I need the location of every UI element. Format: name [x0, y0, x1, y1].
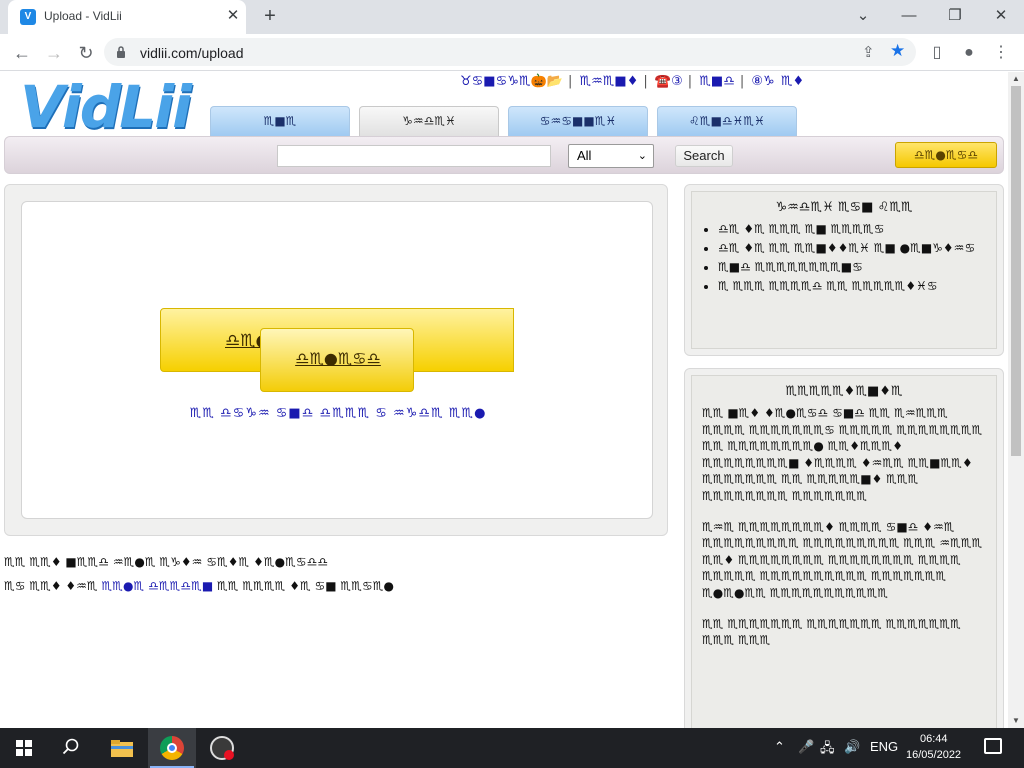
vidlii-logo[interactable]: VidLii: [20, 76, 192, 138]
sidebar-paragraph: ♏♏ ♏♏♏♏♏♏♏ ♏♏♏♏♏♏♏ ♏♏♏♏♏♏♏ ♏♏♏ ♏♏♏: [702, 616, 961, 648]
tray-chevron-icon[interactable]: ⌃: [774, 739, 785, 755]
file-explorer-icon[interactable]: [110, 738, 134, 758]
upload-note-prefix: ♏♋ ♏♏♦ ♦♒♏: [4, 579, 102, 593]
share-icon[interactable]: ⇪: [862, 43, 875, 61]
list-item: ♎♏ ♦♏ ♏♏♏ ♏■ ♏♏♏♏♋: [718, 221, 984, 237]
sidebar-box-tips: ♑♒♎♏♓ ♏♋■ ♌♏♏ ♎♏ ♦♏ ♏♏♏ ♏■ ♏♏♏♏♋ ♎♏ ♦♏ ♏…: [684, 184, 1004, 356]
upload-panel: ♎♏●♏♎ ♏♏●♏ ♦♏ ♎♏●♏♋♎ ♏♏ ♎♋♑♒ ♋■♎ ♎♏♏♏ ♋ …: [4, 184, 668, 536]
minimize-button[interactable]: —: [894, 4, 924, 28]
tab-community[interactable]: ♌♏■♎♓♏♓: [657, 106, 797, 136]
choose-file-label: ♎♏●♏♋♎: [295, 349, 381, 368]
tab-search-chevron-icon[interactable]: ⌄: [848, 4, 878, 28]
top-links: ♉♋■♋♑♏🎃📂 | ♏♒♏■♦ | ☎️③ | ♏■♎ | ⑧♑ ♏♦: [460, 74, 805, 89]
search-category-value: All: [577, 148, 592, 163]
windows-taskbar: ⌃ 🎤 🖧 🔊 ENG 06:44 16/05/2022: [0, 728, 1024, 768]
upload-note-link[interactable]: ♏♏●♏ ♎♏♏♎♏■: [102, 579, 214, 593]
menu-kebab-icon[interactable]: ⋮: [990, 42, 1012, 64]
recording-dot-icon: [224, 750, 234, 760]
bookmark-star-icon[interactable]: ★: [890, 41, 905, 61]
sidebar-tips-title: ♑♒♎♏♓ ♏♋■ ♌♏♏: [775, 200, 913, 215]
sidebar-box-important: ♏♏♏♏♏♦♏■♦♏ ♏♏ ■♏♦ ♦♏●♏♋♎ ♋■♎ ♏♏ ♏♒♏♏♏ ♏♏…: [684, 368, 1004, 728]
chevron-down-icon: ⌄: [637, 150, 647, 162]
scroll-thumb[interactable]: [1011, 86, 1021, 456]
tab-title: Upload - VidLii: [44, 9, 122, 23]
tab-videos[interactable]: ♑♒♎♏♓: [359, 106, 499, 136]
volume-icon[interactable]: 🔊: [844, 739, 860, 755]
new-tab-button[interactable]: +: [258, 5, 282, 29]
page-viewport: VidLii ♉♋■♋♑♏🎃📂 | ♏♒♏■♦ | ☎️③ | ♏■♎ | ⑧♑ ♏♦ …: [0, 72, 1008, 728]
language-indicator[interactable]: ENG: [870, 739, 898, 754]
upload-area: ♎♏●♏♎ ♏♏●♏ ♦♏ ♎♏●♏♋♎ ♏♏ ♎♋♑♒ ♋■♎ ♎♏♏♏ ♋ …: [21, 201, 653, 519]
restore-button[interactable]: ❐: [940, 4, 970, 28]
top-link-logout[interactable]: ♏♦: [781, 74, 804, 89]
url-text: vidlii.com/upload: [140, 45, 244, 61]
vidlii-favicon-icon: V: [20, 9, 36, 25]
tab-close-icon[interactable]: ✕: [224, 7, 242, 25]
browser-tab-strip: V Upload - VidLii ✕ + ⌄ — ❐ ✕: [0, 0, 1024, 34]
list-item: ♏ ♏♏♏ ♏♏♏♏♎ ♏♏ ♏♏♏♏♏♦♓♋: [718, 278, 984, 294]
upload-note-line-2: ♏♋ ♏♏♦ ♦♒♏ ♏♏●♏ ♎♏♏♎♏■ ♏♏ ♏♏♏♏ ♦♏ ♋■ ♏♏♋…: [4, 574, 654, 598]
search-input[interactable]: [277, 145, 551, 167]
list-item: ♎♏ ♦♏ ♏♏ ♏♏■♦♦♏♓ ♏■ ●♏■♑♦♒♋: [718, 240, 984, 256]
clock-time[interactable]: 06:44: [920, 733, 948, 745]
search-category-select[interactable]: All ⌄: [568, 144, 654, 168]
sidebar-tips-list: ♎♏ ♦♏ ♏♏♏ ♏■ ♏♏♏♏♋ ♎♏ ♦♏ ♏♏ ♏♏■♦♦♏♓ ♏■ ●…: [718, 221, 984, 294]
microphone-icon[interactable]: 🎤: [798, 739, 814, 755]
search-icon[interactable]: [62, 738, 80, 756]
top-link-inbox[interactable]: ♏♒♏■♦: [579, 74, 638, 89]
scroll-up-arrow-icon[interactable]: ▲: [1008, 72, 1024, 86]
tab-channels[interactable]: ♋♒♋■■♏♓: [508, 106, 648, 136]
top-link-manage[interactable]: ♉♋■♋♑♏🎃📂: [460, 74, 563, 89]
windows-start-icon[interactable]: [16, 740, 32, 756]
profile-avatar-icon[interactable]: ●: [958, 42, 980, 64]
choose-file-button[interactable]: ♎♏●♏♋♎: [260, 328, 414, 392]
tab-home[interactable]: ♏■♏: [210, 106, 350, 136]
top-link-settings[interactable]: ⑧♑: [751, 74, 774, 89]
chrome-icon[interactable]: [160, 736, 184, 760]
top-link-messages[interactable]: ☎️③: [655, 74, 683, 89]
forward-arrow-icon[interactable]: →: [42, 41, 66, 65]
page-scrollbar[interactable]: ▲ ▼: [1008, 72, 1024, 728]
upload-note-suffix: ♏♏ ♏♏♏♏ ♦♏ ♋■ ♏♏♋♏●: [213, 579, 394, 593]
search-bar: All ⌄ Search ♎♏●♏♋♎: [4, 136, 1004, 174]
browser-toolbar: ← → ↻ vidlii.com/upload ⇪ ★ ▯ ● ⋮: [0, 34, 1024, 71]
upload-note-line-1: ♏♏ ♏♏♦ ■♏♏♎ ♒♏●♏ ♏♑♦♒ ♋♏♦♏ ♦♏●♏♋♎♎: [4, 555, 329, 569]
upload-button[interactable]: ♎♏●♏♋♎: [895, 142, 997, 168]
network-icon[interactable]: 🖧: [820, 739, 835, 761]
search-button[interactable]: Search: [675, 145, 733, 167]
sidebar-paragraph: ♏♏ ■♏♦ ♦♏●♏♋♎ ♋■♎ ♏♏ ♏♒♏♏♏ ♏♏♏♏ ♏♏♏♏♏♏♏♋…: [702, 406, 983, 503]
sidebar-paragraph: ♏♒♏ ♏♏♏♏♏♏♏♏♦ ♏♏♏♏ ♋■♎ ♦♒♏ ♏♏♏♏♏♏♏♏♏ ♏♏♏…: [702, 519, 983, 600]
upload-notes: ♏♏ ♏♏♦ ■♏♏♎ ♒♏●♏ ♏♑♦♒ ♋♏♦♏ ♦♏●♏♋♎♎ ♏♋ ♏♏…: [4, 550, 654, 598]
address-bar[interactable]: vidlii.com/upload ⇪ ★: [104, 38, 916, 66]
clock-date[interactable]: 16/05/2022: [906, 749, 961, 761]
close-window-button[interactable]: ✕: [986, 4, 1016, 28]
upload-hint: ♏♏ ♎♋♑♒ ♋■♎ ♎♏♏♏ ♋ ♒♑♎♏ ♏♏●: [189, 406, 487, 421]
sidebar-important-title: ♏♏♏♏♏♦♏■♦♏: [785, 384, 903, 399]
back-arrow-icon[interactable]: ←: [10, 41, 34, 65]
lock-icon: [117, 46, 125, 58]
top-link-help[interactable]: ♏■♎: [699, 74, 735, 89]
side-panel-icon[interactable]: ▯: [926, 42, 948, 64]
scroll-down-arrow-icon[interactable]: ▼: [1008, 714, 1024, 728]
notification-center-icon[interactable]: [984, 738, 1002, 754]
list-item: ♏■♎ ♏♏♏♏♏♏♏♏■♋: [718, 259, 984, 275]
reload-icon[interactable]: ↻: [74, 41, 98, 65]
browser-tab[interactable]: V Upload - VidLii ✕: [8, 0, 246, 34]
